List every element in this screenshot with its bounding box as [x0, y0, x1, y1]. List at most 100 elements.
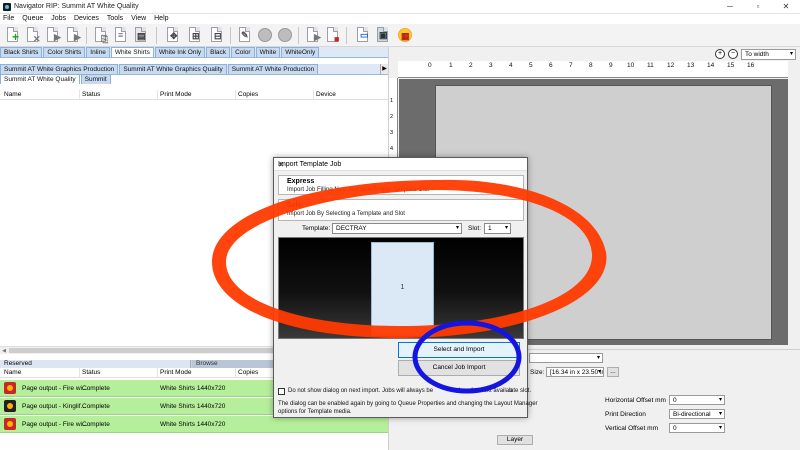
- print-job-icon[interactable]: ▶: [44, 26, 61, 45]
- close-button[interactable]: ✕: [772, 0, 800, 14]
- tab-white-shirts[interactable]: White Shirts: [110, 47, 154, 57]
- tab-color-shirts[interactable]: Color Shirts: [43, 47, 86, 57]
- table-row[interactable]: Page output - Fire wi... Complete White …: [0, 416, 388, 433]
- tab-white-ink-only[interactable]: White Ink Only: [154, 47, 206, 57]
- horizontal-offset-field[interactable]: 0: [669, 395, 725, 405]
- hold-job-icon[interactable]: ▶: [64, 26, 81, 45]
- template-select[interactable]: DECTRAY: [332, 223, 462, 234]
- preview-icon[interactable]: ▤: [132, 26, 149, 45]
- job-grid-header: Name Status Print Mode Copies Device: [0, 90, 388, 100]
- cancel-job-import-button[interactable]: Cancel Job Import: [398, 360, 520, 376]
- zoom-out-icon[interactable]: −: [728, 49, 738, 59]
- properties-icon[interactable]: ≡: [112, 26, 129, 45]
- canvas-vscroll[interactable]: [792, 61, 800, 344]
- express-title: Express: [287, 178, 315, 185]
- dialog-note-line-1: The dialog can be enabled again by going…: [278, 401, 538, 407]
- tile-icon[interactable]: ⊟: [208, 26, 225, 45]
- tab-graphics-production[interactable]: Summit AT White Graphics Production: [0, 64, 119, 74]
- checkbox-label-end: ate slot.: [510, 388, 532, 394]
- select-and-import-button[interactable]: Select and Import: [398, 342, 520, 358]
- add-job-icon[interactable]: +: [4, 26, 21, 45]
- tab-white-production[interactable]: Summit AT White Production: [227, 64, 319, 74]
- tab-whiteonly[interactable]: WhiteOnly: [281, 47, 320, 57]
- col-print-mode[interactable]: Print Mode: [160, 91, 191, 98]
- size-label: Size:: [530, 369, 545, 376]
- print-direction-select[interactable]: Bi-directional: [669, 409, 725, 419]
- hist-col-status[interactable]: Status: [82, 369, 100, 376]
- stop-icon[interactable]: [256, 26, 273, 45]
- cancel-send-icon[interactable]: ■: [324, 26, 341, 45]
- window-title: Navigator RIP: Summit AT White Quality: [14, 3, 139, 10]
- horizontal-offset-label: Horizontal Offset mm: [605, 397, 666, 404]
- layer-button[interactable]: Layer: [497, 435, 533, 445]
- send-icon[interactable]: ▶: [304, 26, 321, 45]
- title-bar: Navigator RIP: Summit AT White Quality ─…: [0, 0, 800, 14]
- hist-col-print-mode[interactable]: Print Mode: [160, 369, 191, 376]
- slot-number: 1: [400, 284, 405, 291]
- do-not-show-checkbox[interactable]: [278, 388, 285, 395]
- maximize-button[interactable]: ▫: [744, 0, 772, 14]
- col-status[interactable]: Status: [82, 91, 100, 98]
- copy-job-icon[interactable]: ⎘: [92, 26, 109, 45]
- job-thumbnail: [4, 382, 16, 394]
- delete-job-icon[interactable]: ✕: [24, 26, 41, 45]
- pause-icon[interactable]: [276, 26, 293, 45]
- menu-help[interactable]: Help: [151, 14, 171, 22]
- color-icon[interactable]: ✎: [236, 26, 253, 45]
- tab-reserved[interactable]: Reserved: [0, 360, 191, 368]
- checkbox-label-tail: d on the next availab: [457, 388, 513, 394]
- dialog-note-line-2: options for Template media.: [278, 409, 352, 415]
- template-slot[interactable]: 1: [371, 242, 434, 336]
- express-option[interactable]: Express Import Job Filling Next Availabl…: [278, 175, 524, 195]
- zoom-in-icon[interactable]: +: [715, 49, 725, 59]
- page-setup-icon[interactable]: ▭: [354, 26, 371, 45]
- template-label: Template:: [302, 225, 331, 232]
- dialog-close-icon[interactable]: ✕: [278, 161, 523, 171]
- tab-white[interactable]: White: [255, 47, 281, 57]
- layout-icon[interactable]: ✥: [164, 26, 181, 45]
- printer-icon[interactable]: ▦: [396, 26, 413, 45]
- menu-jobs[interactable]: Jobs: [48, 14, 69, 22]
- tab-white-quality[interactable]: Summit AT White Quality: [0, 74, 80, 84]
- select-option[interactable]: Sele Import Job By Selecting a Template …: [278, 199, 524, 221]
- col-copies[interactable]: Copies: [238, 91, 258, 98]
- zoom-bar: + − To width: [389, 47, 800, 61]
- device-icon[interactable]: ▣: [374, 26, 391, 45]
- menu-tools[interactable]: Tools: [104, 14, 126, 22]
- menu-view[interactable]: View: [128, 14, 149, 22]
- size-more-button[interactable]: ...: [607, 367, 619, 377]
- job-thumbnail: [4, 400, 16, 412]
- vertical-offset-field[interactable]: 0: [669, 423, 725, 433]
- scroll-left-icon[interactable]: ◀: [0, 347, 8, 355]
- toolbar: + ✕ ▶ ▶ ⎘ ≡ ▤ ✥ ⊞ ⊟ ✎ ▶ ■ ▭ ▣ ▦: [0, 24, 800, 47]
- col-name[interactable]: Name: [4, 91, 21, 98]
- tab-inline[interactable]: Inline: [86, 47, 110, 57]
- tab-black-shirts[interactable]: Black Shirts: [0, 47, 43, 57]
- menu-file[interactable]: File: [0, 14, 17, 22]
- menu-queue[interactable]: Queue: [19, 14, 46, 22]
- top-ruler: 0 1 2 3 4 5 6 7 8 9 10 11 12 13 14 15 16: [398, 61, 788, 78]
- menu-devices[interactable]: Devices: [71, 14, 102, 22]
- zoom-mode-select[interactable]: To width: [741, 49, 796, 60]
- hist-col-name[interactable]: Name: [4, 369, 21, 376]
- job-thumbnail: [4, 418, 16, 430]
- tab-black[interactable]: Black: [206, 47, 231, 57]
- minimize-button[interactable]: ─: [716, 0, 744, 14]
- template-tabs: Summit AT White Graphics Production Summ…: [0, 64, 388, 84]
- express-description: Import Job Filling Next Available Empty …: [287, 187, 429, 193]
- hist-col-copies[interactable]: Copies: [238, 369, 258, 376]
- app-icon: [3, 3, 11, 11]
- queue-tabs: Black Shirts Color Shirts Inline White S…: [0, 47, 388, 58]
- tab-summit[interactable]: Summit: [80, 74, 111, 84]
- col-device[interactable]: Device: [316, 91, 336, 98]
- template-row: Template: DECTRAY Slot: 1: [278, 223, 524, 235]
- media-select[interactable]: [529, 353, 603, 363]
- dialog-title-bar: Import Template Job ✕: [274, 158, 527, 171]
- slot-select[interactable]: 1: [484, 223, 511, 234]
- tab-scroll-right-icon[interactable]: ▶: [380, 64, 388, 74]
- tab-color[interactable]: Color: [231, 47, 255, 57]
- tab-graphics-quality[interactable]: Summit AT White Graphics Quality: [119, 64, 227, 74]
- nest-icon[interactable]: ⊞: [186, 26, 203, 45]
- size-select[interactable]: [16.34 in x 23.50 in]: [546, 367, 604, 377]
- print-direction-label: Print Direction: [605, 411, 646, 418]
